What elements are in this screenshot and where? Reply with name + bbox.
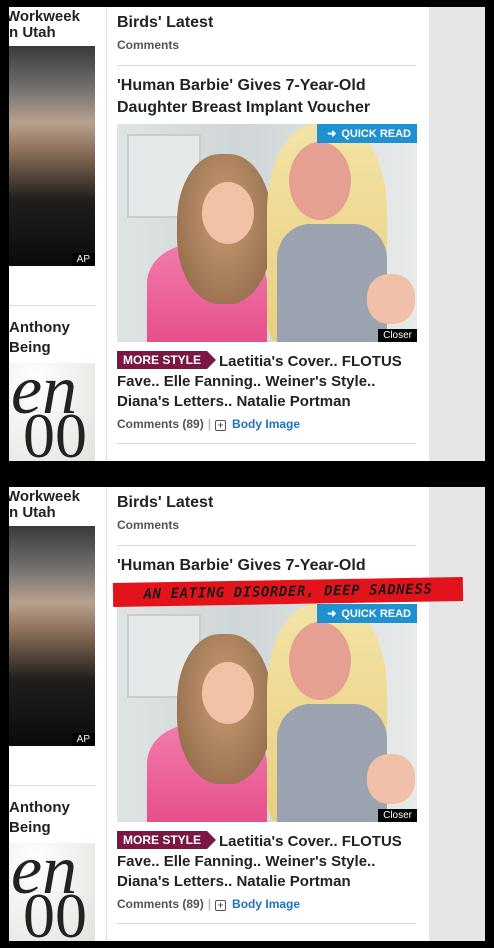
left-headline-line2[interactable]: n Utah [9, 503, 56, 523]
column-divider [106, 487, 107, 941]
image-woman-face [289, 142, 351, 220]
plus-icon[interactable]: + [215, 900, 227, 911]
left-headline2-line1[interactable]: Anthony [9, 318, 70, 338]
left-photo-2[interactable]: en 00 [9, 843, 95, 941]
image-woman-face [289, 622, 351, 700]
more-style-line2[interactable]: Fave.. Elle Fanning.. Weiner's Style.. [117, 851, 375, 872]
photo-credit: AP [71, 733, 95, 746]
image-credit: Closer [378, 809, 417, 822]
image-girl-face [202, 182, 254, 244]
body-image-link[interactable]: Body Image [232, 417, 300, 431]
right-gutter [429, 7, 485, 461]
comments-count-link[interactable]: Comments (89) [117, 897, 204, 911]
prev-story-title[interactable]: Birds' Latest [117, 492, 213, 513]
left-photo[interactable]: AP [9, 46, 95, 266]
more-style-line2[interactable]: Fave.. Elle Fanning.. Weiner's Style.. [117, 371, 375, 392]
plus-icon[interactable]: + [215, 420, 227, 431]
top-panel: Workweek n Utah AP Anthony Being en 00 B… [9, 7, 485, 461]
quick-read-button[interactable]: ➜ QUICK READ [317, 604, 417, 623]
decorative-digits: 00 [23, 400, 87, 461]
meta-separator: | [207, 417, 212, 431]
more-style-badge[interactable]: MORE STYLE [117, 831, 217, 849]
image-credit: Closer [378, 329, 417, 342]
story-meta: Comments (89) | + Body Image [117, 897, 300, 911]
left-column: Workweek n Utah AP Anthony Being en 00 [9, 7, 104, 461]
more-style-row: MORE STYLE [117, 351, 217, 369]
decorative-digits: 00 [23, 880, 87, 941]
more-style-line3[interactable]: Diana's Letters.. Natalie Portman [117, 871, 351, 892]
story-title-line1[interactable]: 'Human Barbie' Gives 7-Year-Old [117, 555, 366, 576]
more-style-line1[interactable]: Laetitia's Cover.. FLOTUS [219, 351, 402, 372]
bottom-divider [117, 923, 416, 924]
left-headline2-line1[interactable]: Anthony [9, 798, 70, 818]
story-divider [117, 65, 416, 66]
left-divider [9, 785, 95, 786]
comments-count-link[interactable]: Comments (89) [117, 417, 204, 431]
story-image[interactable]: ➜ QUICK READ Closer [117, 604, 417, 822]
prev-comments-link[interactable]: Comments [117, 518, 179, 532]
quick-read-button[interactable]: ➜ QUICK READ [317, 124, 417, 143]
photo-credit: AP [71, 253, 95, 266]
more-style-line3[interactable]: Diana's Letters.. Natalie Portman [117, 391, 351, 412]
image-girl-face [202, 662, 254, 724]
quick-read-label: QUICK READ [341, 128, 411, 140]
prev-story-title[interactable]: Birds' Latest [117, 12, 213, 33]
arrow-right-icon: ➜ [327, 128, 337, 140]
arrow-right-icon: ➜ [327, 608, 337, 620]
prev-comments-link[interactable]: Comments [117, 38, 179, 52]
left-headline2-line2[interactable]: Being [9, 338, 51, 358]
left-divider [9, 305, 95, 306]
right-gutter [429, 487, 485, 941]
story-title-line2[interactable]: Daughter Breast Implant Voucher [117, 97, 370, 118]
meta-separator: | [207, 897, 212, 911]
quick-read-label: QUICK READ [341, 608, 411, 620]
more-style-row: MORE STYLE [117, 831, 217, 849]
left-headline2-line2[interactable]: Being [9, 818, 51, 838]
story-divider [117, 545, 416, 546]
bottom-panel: Workweek n Utah AP Anthony Being en 00 B… [9, 487, 485, 941]
bottom-divider [117, 443, 416, 444]
left-headline-line2[interactable]: n Utah [9, 23, 56, 43]
more-style-badge[interactable]: MORE STYLE [117, 351, 217, 369]
body-image-link[interactable]: Body Image [232, 897, 300, 911]
story-title-line1[interactable]: 'Human Barbie' Gives 7-Year-Old [117, 75, 366, 96]
image-hand [367, 754, 415, 804]
column-divider [106, 7, 107, 461]
left-photo-2[interactable]: en 00 [9, 363, 95, 461]
story-image[interactable]: ➜ QUICK READ Closer [117, 124, 417, 342]
story-meta: Comments (89) | + Body Image [117, 417, 300, 431]
more-style-line1[interactable]: Laetitia's Cover.. FLOTUS [219, 831, 402, 852]
left-column: Workweek n Utah AP Anthony Being en 00 [9, 487, 104, 941]
image-hand [367, 274, 415, 324]
left-photo[interactable]: AP [9, 526, 95, 746]
